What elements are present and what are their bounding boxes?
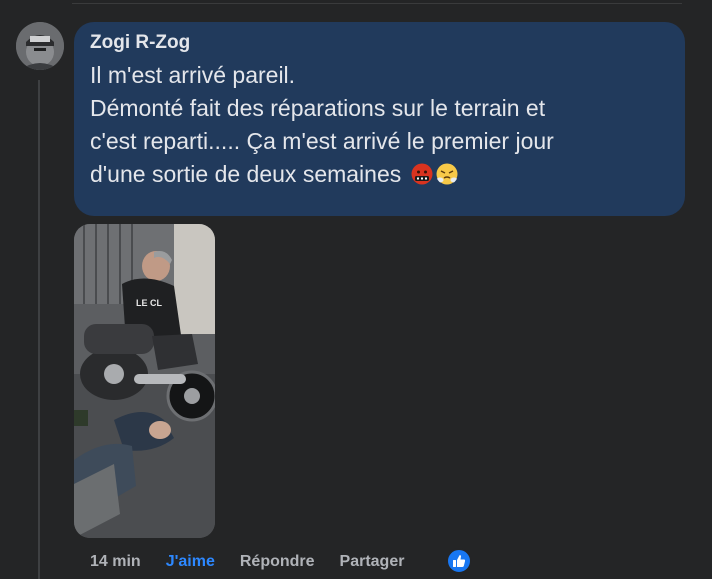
like-button[interactable]: J'aime — [166, 553, 215, 571]
avatar[interactable] — [16, 22, 64, 70]
avatar-image — [16, 22, 64, 70]
comment-line: c'est reparti..... Ça m'est arrivé le pr… — [90, 128, 554, 154]
thread-connector-line — [38, 80, 40, 579]
comment-text: Il m'est arrivé pareil. Démonté fait des… — [90, 59, 669, 191]
reaction-badge[interactable] — [446, 548, 472, 574]
share-button[interactable]: Partager — [340, 553, 405, 571]
comment-line-text: d'une sortie de deux semaines — [90, 161, 402, 187]
comment-line: Il m'est arrivé pareil. — [90, 62, 296, 88]
comment-line-last: d'une sortie de deux semaines — [90, 158, 669, 191]
comment-bubble: Zogi R-Zog Il m'est arrivé pareil. Démon… — [74, 22, 685, 216]
comment-timestamp[interactable]: 14 min — [90, 553, 141, 571]
comment-actions: 14 min J'aime Répondre Partager — [90, 551, 429, 573]
comment-line: Démonté fait des réparations sur le terr… — [90, 95, 546, 121]
reply-button[interactable]: Répondre — [240, 553, 315, 571]
thread-divider — [72, 0, 682, 4]
motorcycle-repair-photo: LE CL — [74, 224, 215, 538]
face-with-steam-from-nose-icon — [436, 163, 458, 185]
face-with-symbols-on-mouth-icon — [411, 163, 433, 185]
svg-text:LE CL: LE CL — [136, 298, 163, 308]
thumbs-up-icon — [453, 555, 466, 567]
comment-photo[interactable]: LE CL — [74, 224, 215, 538]
comment-author[interactable]: Zogi R-Zog — [90, 31, 669, 55]
